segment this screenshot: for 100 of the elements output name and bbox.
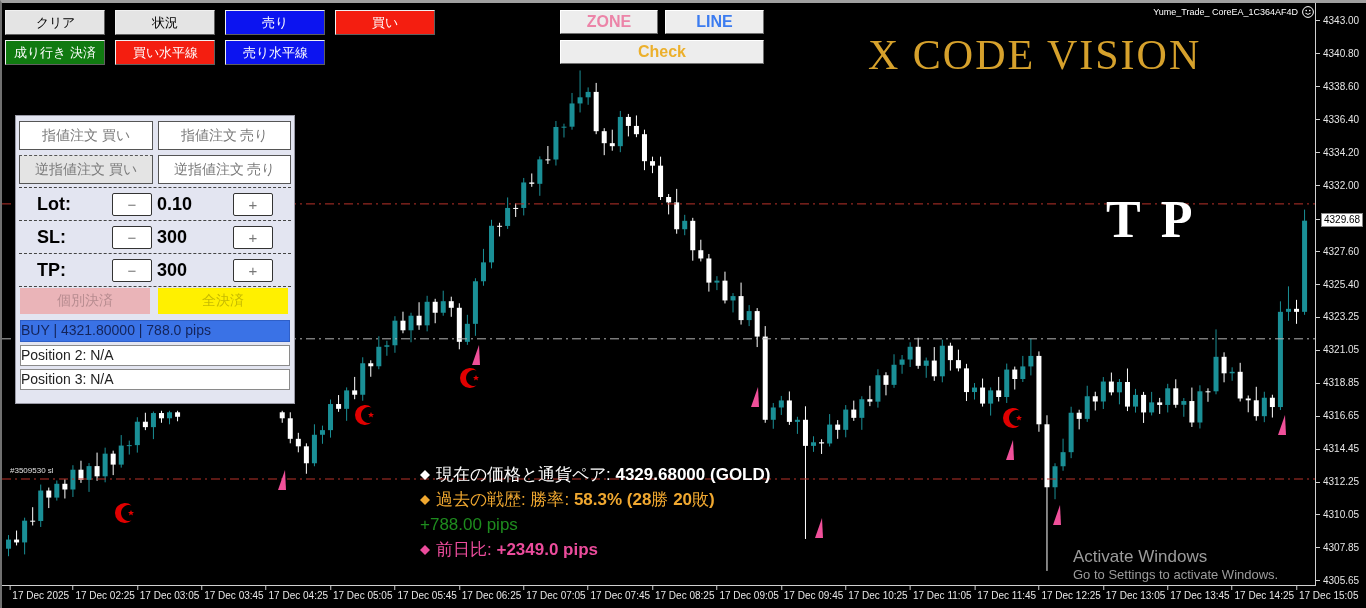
candle bbox=[1221, 351, 1227, 383]
price-label: 4310.05 bbox=[1323, 509, 1360, 521]
candle bbox=[481, 248, 486, 287]
candle bbox=[497, 222, 503, 237]
price-label: 4343.00 bbox=[1323, 15, 1360, 27]
increase-button[interactable]: + bbox=[233, 192, 273, 216]
candle bbox=[22, 517, 28, 555]
toolbar-button[interactable]: 買い水平線 bbox=[115, 40, 215, 65]
candle bbox=[1116, 378, 1122, 405]
candle bbox=[30, 506, 36, 526]
toolbar-button[interactable]: 買い bbox=[335, 10, 435, 35]
candle bbox=[633, 114, 639, 138]
toolbar-button[interactable]: 成り行き 決済 bbox=[5, 40, 105, 65]
candle bbox=[786, 390, 792, 426]
order-button[interactable]: 指値注文 売り bbox=[158, 121, 291, 150]
time-label: 17 Dec 07:45 bbox=[590, 589, 651, 602]
candle bbox=[650, 156, 656, 174]
candle bbox=[811, 435, 817, 453]
candle bbox=[996, 376, 1002, 402]
candle bbox=[505, 196, 511, 230]
order-button[interactable]: 指値注文 買い bbox=[19, 121, 153, 150]
decrease-button[interactable]: − bbox=[112, 225, 152, 249]
price-label: 4336.40 bbox=[1323, 113, 1360, 126]
expert-name: Yume_Trade_ CoreEA_1C364AF4D bbox=[1153, 7, 1298, 18]
toolbar-button[interactable]: クリア bbox=[5, 10, 105, 35]
candle bbox=[642, 129, 647, 171]
time-label: 17 Dec 03:45 bbox=[204, 589, 264, 602]
candle bbox=[6, 534, 12, 557]
price-label: 4316.65 bbox=[1323, 410, 1360, 423]
decrease-button[interactable]: − bbox=[112, 192, 152, 216]
candle bbox=[448, 296, 454, 318]
position-row[interactable]: BUY | 4321.80000 | 788.0 pips bbox=[20, 320, 290, 342]
candle bbox=[432, 298, 438, 324]
candle bbox=[287, 411, 293, 444]
candle bbox=[279, 410, 285, 424]
time-label: 17 Dec 05:45 bbox=[397, 589, 457, 602]
candle bbox=[859, 395, 865, 431]
candle bbox=[835, 419, 841, 440]
crescent-star-icon bbox=[115, 503, 134, 523]
increase-button[interactable]: + bbox=[233, 258, 273, 282]
toolbar-button[interactable]: 売り水平線 bbox=[225, 40, 325, 65]
candle bbox=[569, 92, 575, 131]
candle bbox=[159, 410, 164, 424]
price-label: 4323.25 bbox=[1323, 311, 1360, 324]
increase-button[interactable]: + bbox=[233, 225, 273, 249]
activation-title: Activate Windows bbox=[1073, 547, 1209, 567]
setting-label: TP: bbox=[37, 259, 67, 281]
price-label: 4312.25 bbox=[1323, 476, 1360, 488]
time-label: 17 Dec 03:05 bbox=[139, 589, 200, 602]
candle bbox=[690, 217, 696, 262]
candle bbox=[553, 120, 559, 166]
candle bbox=[1020, 355, 1026, 383]
candle bbox=[126, 440, 132, 456]
info-text: 過去の戦歴: 勝率: 58.3% (28勝 20敗) bbox=[436, 489, 715, 511]
setting-value: 300 bbox=[156, 259, 188, 281]
time-label: 17 Dec 15:05 bbox=[1298, 589, 1359, 602]
price-label: 4305.65 bbox=[1323, 574, 1360, 587]
candle bbox=[593, 82, 599, 135]
candle bbox=[368, 359, 374, 378]
candle bbox=[1100, 376, 1106, 410]
triangle-marker-icon bbox=[278, 470, 286, 490]
position-row[interactable]: Position 2: N/A bbox=[20, 345, 290, 366]
triangle-marker-icon bbox=[751, 387, 759, 407]
candle bbox=[336, 394, 342, 413]
crescent-star-icon bbox=[355, 405, 374, 425]
candle bbox=[440, 290, 446, 317]
candle bbox=[698, 239, 704, 262]
candle bbox=[150, 411, 156, 440]
time-label: 17 Dec 14:25 bbox=[1234, 589, 1295, 602]
tool-button[interactable]: LINE bbox=[665, 10, 764, 34]
position-row[interactable]: Position 3: N/A bbox=[20, 369, 290, 390]
candle bbox=[915, 337, 921, 370]
candle bbox=[1269, 394, 1275, 419]
current-price-label: 4329.68 bbox=[1321, 212, 1364, 227]
setting-value: 300 bbox=[156, 226, 188, 248]
candle bbox=[62, 478, 68, 499]
candle bbox=[134, 416, 140, 454]
time-label: 17 Dec 05:05 bbox=[332, 589, 393, 602]
toolbar-button[interactable]: 状況 bbox=[115, 10, 215, 35]
candle bbox=[295, 432, 301, 453]
candle bbox=[1084, 385, 1090, 423]
time-label: 17 Dec 11:45 bbox=[977, 589, 1037, 602]
candle bbox=[738, 282, 744, 326]
candle bbox=[118, 434, 124, 469]
setting-label: SL: bbox=[37, 226, 67, 248]
candle bbox=[1060, 438, 1066, 472]
candle bbox=[577, 69, 583, 113]
price-label: 4340.80 bbox=[1323, 47, 1360, 60]
candle bbox=[730, 292, 736, 313]
candle bbox=[1108, 372, 1114, 396]
order-button[interactable]: 逆指値注文 買い bbox=[19, 155, 153, 184]
decrease-button[interactable]: − bbox=[112, 258, 152, 282]
candle bbox=[1181, 397, 1187, 418]
tp-label: T P bbox=[1106, 191, 1197, 249]
candle bbox=[666, 193, 672, 215]
order-button[interactable]: 逆指値注文 売り bbox=[158, 155, 291, 184]
toolbar-button[interactable]: 売り bbox=[225, 10, 325, 35]
time-label: 17 Dec 10:25 bbox=[848, 589, 908, 602]
candle bbox=[561, 123, 567, 138]
candle bbox=[1141, 391, 1147, 424]
